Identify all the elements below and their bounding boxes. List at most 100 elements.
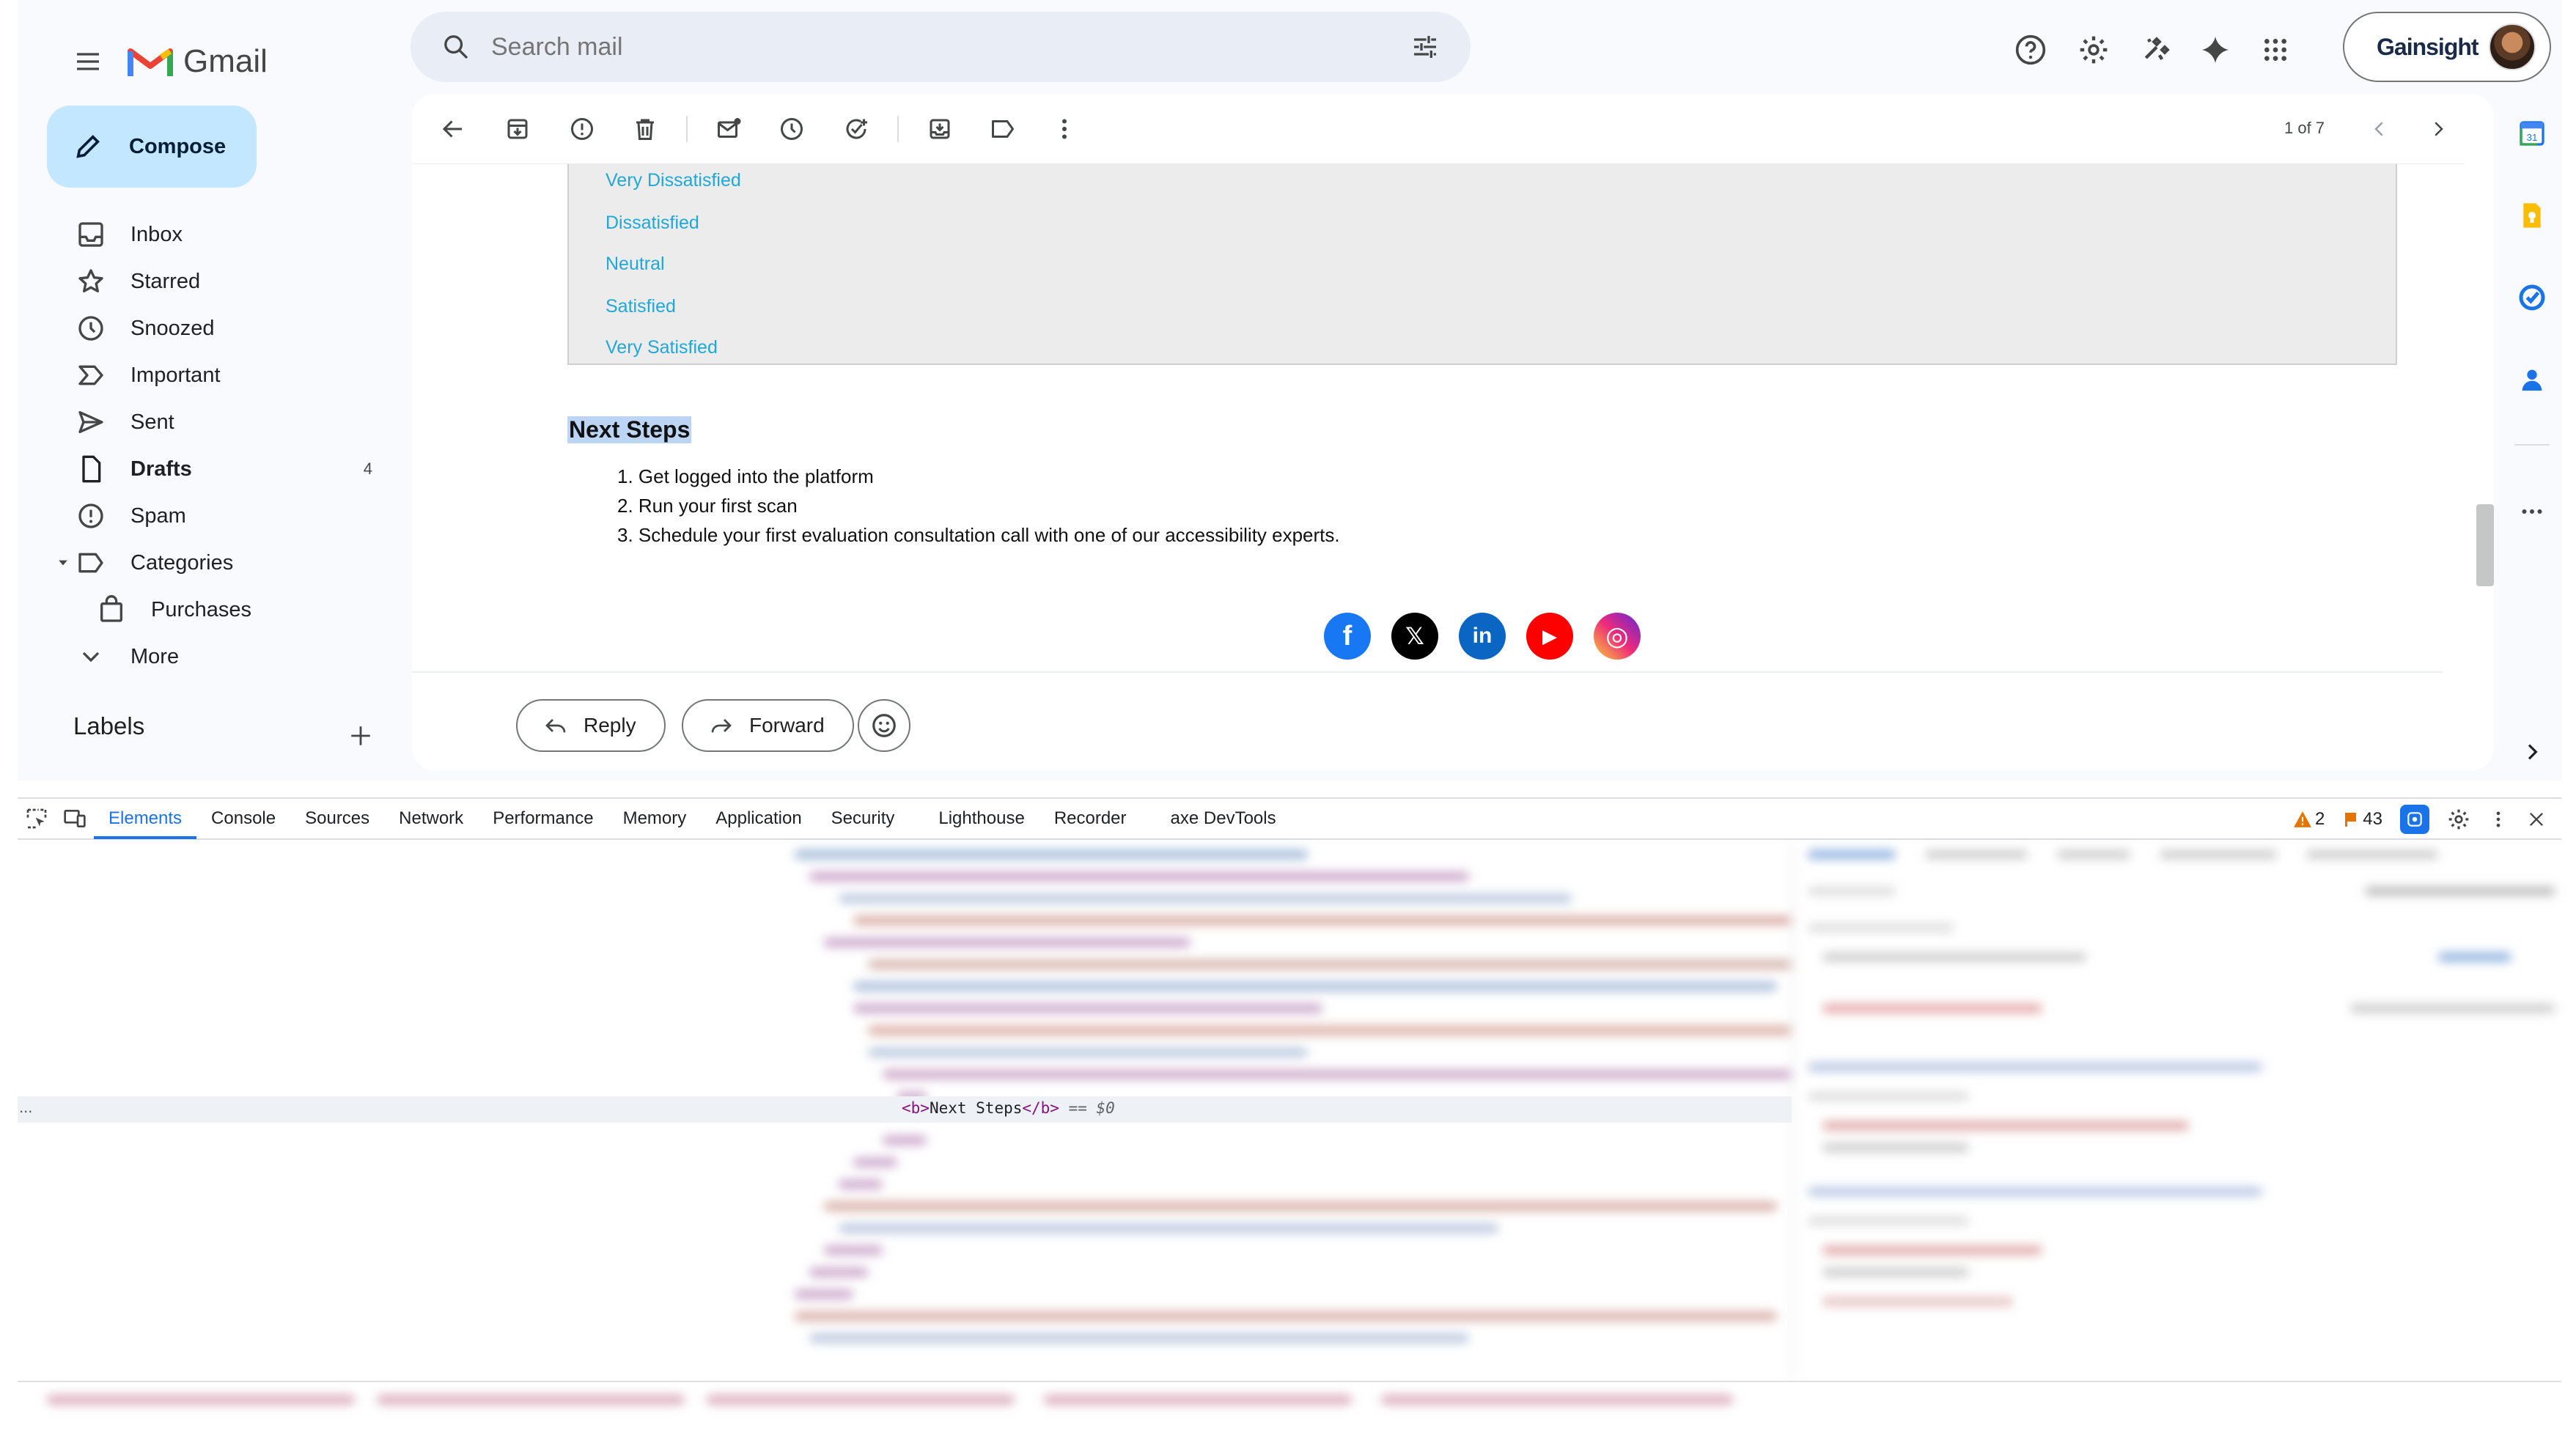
warnings-indicator[interactable]: 2 (2293, 809, 2325, 830)
survey-options-box: Very Dissatisfied Dissatisfied Neutral S… (567, 164, 2397, 365)
x-icon[interactable]: 𝕏 (1391, 613, 1438, 660)
sidebar-item-starred[interactable]: Starred (35, 258, 402, 305)
search-bar[interactable] (411, 12, 1471, 82)
apps-extension-icon[interactable] (2127, 21, 2186, 79)
message-toolbar: 1 of 7 (412, 94, 2465, 164)
devtools-menu-icon[interactable] (2488, 809, 2509, 830)
toolbar-divider (897, 116, 899, 142)
gmail-logo[interactable]: Gmail (128, 26, 268, 97)
gemini-sparkle-icon[interactable] (2186, 21, 2245, 79)
close-icon[interactable] (2526, 809, 2547, 830)
tab-sources[interactable]: Sources (290, 798, 384, 839)
tab-axe-devtools[interactable]: axe DevTools (1141, 798, 1291, 839)
ai-assistance-icon[interactable] (2400, 805, 2429, 834)
important-icon (78, 365, 103, 385)
forward-button[interactable]: Forward (682, 699, 854, 752)
dom-breadcrumb-bar (18, 1381, 2561, 1416)
tab-recorder[interactable]: Recorder (1039, 798, 1141, 839)
move-to-button[interactable] (916, 106, 963, 152)
main-menu-button[interactable] (53, 26, 123, 97)
sidebar-item-categories[interactable]: Categories (35, 539, 402, 586)
sidebar-item-label: Purchases (151, 597, 252, 621)
avatar (2488, 23, 2536, 70)
snooze-button[interactable] (768, 106, 815, 152)
sidebar-item-purchases[interactable]: Purchases (35, 586, 402, 633)
labels-button[interactable] (979, 106, 1026, 152)
tab-network[interactable]: Network (384, 798, 478, 839)
more-horiz-icon[interactable] (2509, 488, 2555, 535)
tab-application[interactable]: Application (701, 798, 816, 839)
side-panel-divider (2514, 444, 2550, 446)
node-text: Next Steps (929, 1099, 1023, 1117)
settings-gear-icon[interactable] (2064, 21, 2123, 79)
chevron-right-icon (2435, 122, 2443, 136)
star-icon (78, 269, 103, 292)
mail-unread-icon (718, 118, 741, 138)
devtools-status-area: 2 43 (2293, 799, 2547, 840)
support-icon[interactable] (2001, 21, 2060, 79)
tab-performance[interactable]: Performance (478, 798, 608, 839)
reply-button[interactable]: Reply (516, 699, 666, 752)
add-to-tasks-button[interactable] (833, 106, 880, 152)
message-divider (412, 671, 2443, 673)
tab-memory[interactable]: Memory (608, 798, 702, 839)
row-ellipsis[interactable]: ... (19, 1098, 32, 1117)
sidebar-item-snoozed[interactable]: Snoozed (35, 305, 402, 352)
caret-down-icon[interactable] (56, 556, 70, 570)
inspect-element-icon[interactable] (18, 800, 56, 838)
tab-console[interactable]: Console (196, 798, 290, 839)
plus-icon (351, 726, 370, 745)
search-options-icon[interactable] (1390, 12, 1460, 82)
report-spam-button[interactable] (559, 106, 606, 152)
more-actions-button[interactable] (1041, 106, 1088, 152)
google-apps-grid-icon[interactable] (2246, 21, 2305, 79)
issues-count: 43 (2363, 809, 2382, 829)
tab-lighthouse[interactable]: Lighthouse (909, 798, 1039, 839)
device-toolbar-icon[interactable] (56, 800, 94, 838)
issues-indicator[interactable]: 43 (2342, 809, 2382, 830)
instagram-icon[interactable]: ◎ (1594, 613, 1641, 660)
linkedin-icon[interactable]: in (1459, 613, 1506, 660)
search-input[interactable] (491, 32, 1390, 62)
survey-option-dissatisfied[interactable]: Dissatisfied (606, 213, 699, 234)
survey-option-very-dissatisfied[interactable]: Very Dissatisfied (606, 170, 741, 191)
account-switcher[interactable]: Gainsight (2343, 12, 2551, 82)
back-button[interactable] (430, 106, 476, 152)
gmail-app: Gmail Gainsight Compose Inbox (18, 0, 2561, 780)
tab-security[interactable]: Security (817, 798, 910, 839)
tab-elements[interactable]: Elements (94, 798, 197, 839)
mark-unread-button[interactable] (705, 106, 752, 152)
compose-button[interactable]: Compose (47, 106, 257, 188)
sidebar-item-spam[interactable]: Spam (35, 492, 402, 539)
keep-notes-icon[interactable] (2509, 192, 2555, 239)
devtools-settings-icon[interactable] (2447, 808, 2470, 831)
facebook-icon[interactable]: f (1324, 613, 1371, 660)
emoji-react-button[interactable] (858, 699, 910, 752)
contacts-icon[interactable] (2509, 356, 2555, 403)
tasks-icon[interactable] (2509, 274, 2555, 321)
warning-icon (2294, 811, 2311, 827)
newer-button[interactable] (2356, 106, 2403, 152)
sidebar-item-sent[interactable]: Sent (35, 399, 402, 446)
selected-dom-node[interactable]: <b>Next Steps</b> == $0 (902, 1099, 1115, 1117)
sidebar-item-more[interactable]: More (35, 633, 402, 680)
sidebar-item-inbox[interactable]: Inbox (35, 211, 402, 258)
sidebar-item-important[interactable]: Important (35, 352, 402, 399)
devtools-panel: Elements Console Sources Network Perform… (18, 797, 2561, 1420)
survey-option-satisfied[interactable]: Satisfied (606, 296, 676, 317)
survey-option-very-satisfied[interactable]: Very Satisfied (606, 337, 718, 358)
calendar-icon[interactable]: 31 (2509, 110, 2555, 157)
pencil-icon (76, 135, 100, 158)
breadcrumb-blurred (47, 1389, 1762, 1410)
message-scrollbar[interactable] (2476, 504, 2494, 586)
reply-icon (545, 719, 566, 733)
delete-button[interactable] (622, 106, 669, 152)
youtube-icon[interactable]: ▶ (1526, 613, 1573, 660)
sidebar-item-drafts[interactable]: Drafts 4 (35, 446, 402, 492)
older-button[interactable] (2415, 106, 2462, 152)
expand-panel-chevron-icon[interactable] (2509, 728, 2555, 775)
create-label-button[interactable] (342, 717, 380, 755)
survey-option-neutral[interactable]: Neutral (606, 254, 665, 275)
search-icon[interactable] (421, 12, 491, 82)
archive-button[interactable] (494, 106, 541, 152)
